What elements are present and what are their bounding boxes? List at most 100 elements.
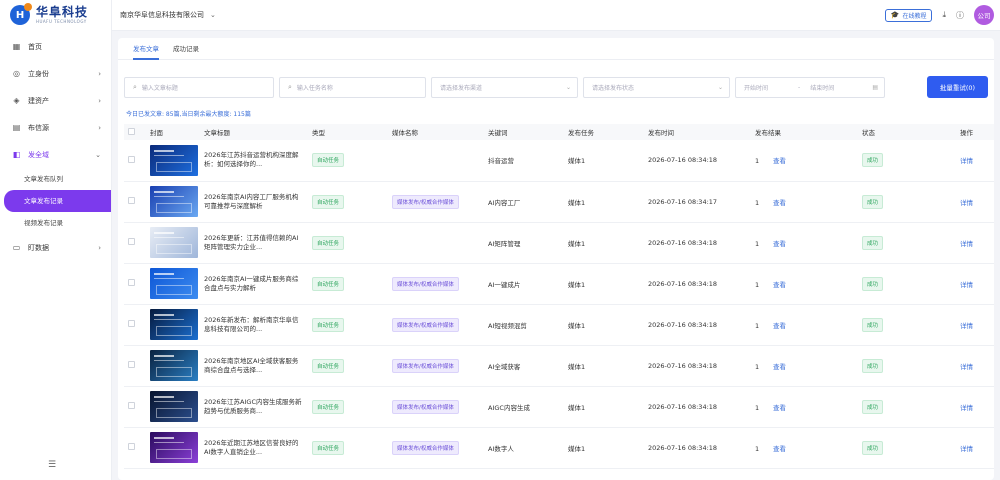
- row-checkbox[interactable]: [128, 197, 135, 204]
- sidebar-subitem-1[interactable]: 文章发布记录: [4, 190, 111, 212]
- view-result-link[interactable]: 查看: [773, 322, 786, 330]
- article-title: 2026年更新：江苏值得信赖的AI矩阵管理实力企业...: [204, 233, 299, 251]
- tab-success-records[interactable]: 成功记录: [166, 38, 206, 59]
- sidebar-item-4[interactable]: ◧ 发全域 ⌄: [0, 141, 111, 168]
- identity-icon: ◎: [13, 69, 20, 78]
- result-count: 1: [755, 157, 760, 166]
- detail-link[interactable]: 详情: [960, 404, 973, 412]
- detail-link[interactable]: 详情: [960, 363, 973, 371]
- batch-retry-button[interactable]: 批量重试(0): [927, 76, 988, 98]
- asset-icon: ◈: [13, 96, 20, 105]
- row-checkbox[interactable]: [128, 361, 135, 368]
- cover-thumbnail[interactable]: [150, 391, 198, 422]
- start-date-placeholder: 开始时间: [744, 85, 769, 92]
- sidebar-item-5[interactable]: ▭ 盯数据 ›: [0, 234, 111, 261]
- col-task: 发布任务: [568, 129, 594, 137]
- download-icon[interactable]: ⤓: [942, 10, 946, 20]
- publish-time: 2026-07-16 08:34:18: [648, 279, 718, 288]
- col-type: 类型: [312, 129, 325, 137]
- type-badge: 自动任务: [312, 358, 345, 373]
- col-cover: 封面: [150, 129, 163, 137]
- sidebar-item-3[interactable]: ▤ 布信源 ›: [0, 114, 111, 141]
- sidebar-subitem-0[interactable]: 文章发布队列: [0, 168, 111, 190]
- help-icon[interactable]: ⓘ: [956, 10, 964, 21]
- tab-publish-articles[interactable]: 发布文章: [126, 38, 166, 60]
- tab-bar: 发布文章 成功记录: [118, 38, 994, 60]
- publish-task: 媒体1: [568, 403, 586, 412]
- view-result-link[interactable]: 查看: [773, 240, 786, 248]
- row-checkbox[interactable]: [128, 238, 135, 245]
- cover-thumbnail[interactable]: [150, 309, 198, 340]
- task-name-input[interactable]: ⌕ 输入任务名称: [279, 77, 426, 98]
- cover-thumbnail[interactable]: [150, 227, 198, 258]
- detail-link[interactable]: 详情: [960, 240, 973, 248]
- filter-bar: ⌕ 输入文章标题 ⌕ 输入任务名称 请选择发布渠道 ⌄ 请选择发布状态 ⌄ 开始…: [124, 76, 988, 98]
- row-checkbox[interactable]: [128, 155, 135, 163]
- date-range-picker[interactable]: 开始时间 - 结束时间 ▤: [735, 77, 885, 98]
- logo[interactable]: H 华阜科技 HUAFU TECHNOLOGY: [0, 0, 111, 30]
- avatar[interactable]: 公司: [974, 5, 994, 25]
- detail-link[interactable]: 详情: [960, 322, 973, 330]
- view-result-link[interactable]: 查看: [773, 445, 786, 453]
- row-checkbox[interactable]: [128, 402, 135, 409]
- chevron-right-icon: ›: [98, 69, 101, 78]
- cover-thumbnail[interactable]: [150, 144, 198, 176]
- row-checkbox[interactable]: [128, 320, 135, 327]
- detail-link[interactable]: 详情: [960, 281, 973, 289]
- detail-link[interactable]: 详情: [960, 445, 973, 453]
- view-result-link[interactable]: 查看: [773, 199, 786, 207]
- sidebar-item-0[interactable]: ▦ 首页: [0, 33, 111, 60]
- company-selector[interactable]: 南京华阜信息科技有限公司 ⌄: [120, 10, 216, 20]
- result-count: 1: [755, 280, 760, 289]
- detail-link[interactable]: 详情: [960, 157, 973, 165]
- publish-time: 2026-07-16 08:34:18: [648, 238, 718, 247]
- select-all-checkbox[interactable]: [124, 124, 146, 140]
- publish-task: 媒体1: [568, 321, 586, 330]
- row-checkbox[interactable]: [128, 279, 135, 286]
- cover-thumbnail[interactable]: [150, 350, 198, 381]
- row-checkbox[interactable]: [128, 443, 135, 450]
- table-row: 2026年江苏AIGC内容生成服务新趋势与优质服务商... 自动任务 媒体发布/…: [124, 386, 994, 427]
- status-badge: 成功: [862, 358, 884, 373]
- type-badge: 自动任务: [312, 194, 345, 209]
- col-result: 发布结果: [755, 129, 781, 137]
- status-badge: 成功: [862, 399, 884, 414]
- end-date-placeholder: 结束时间: [810, 85, 835, 92]
- online-tutorial-button[interactable]: 🎓 在线教程: [884, 8, 933, 22]
- chevron-down-icon: ⌄: [565, 84, 571, 91]
- status-badge: 成功: [862, 317, 884, 332]
- sidebar-subitem-2[interactable]: 视频发布记录: [0, 212, 111, 234]
- view-result-link[interactable]: 查看: [773, 157, 786, 165]
- source-icon: ▤: [12, 123, 21, 132]
- publish-task: 媒体1: [568, 198, 586, 207]
- task-name-placeholder: 输入任务名称: [296, 85, 333, 92]
- cover-thumbnail[interactable]: [150, 432, 198, 463]
- view-result-link[interactable]: 查看: [773, 363, 786, 371]
- col-time: 发布时间: [648, 129, 674, 137]
- channel-select[interactable]: 请选择发布渠道 ⌄: [431, 77, 578, 98]
- article-title: 2026年南京AI一键成片服务商综合盘点与实力解析: [204, 274, 299, 292]
- table-row: 2026年南京AI一键成片服务商综合盘点与实力解析 自动任务 媒体发布/权威合作…: [124, 263, 994, 304]
- status-placeholder: 请选择发布状态: [592, 85, 635, 92]
- sidebar-item-2[interactable]: ◈ 建资产 ›: [0, 87, 111, 114]
- view-result-link[interactable]: 查看: [773, 404, 786, 412]
- status-badge: 成功: [862, 235, 884, 250]
- result-count: 1: [755, 403, 760, 412]
- calendar-icon: ▤: [872, 84, 878, 91]
- article-title: 2026年南京地区AI全域获客服务商综合盘点与选择...: [204, 356, 299, 374]
- grid-icon: ▦: [12, 42, 21, 51]
- cover-thumbnail[interactable]: [150, 268, 198, 299]
- tutorial-label: 在线教程: [902, 12, 927, 20]
- view-result-link[interactable]: 查看: [773, 281, 786, 289]
- col-keyword: 关键词: [488, 129, 508, 137]
- detail-link[interactable]: 详情: [960, 199, 973, 207]
- cover-thumbnail[interactable]: [150, 186, 198, 217]
- search-icon: ⌕: [288, 83, 292, 91]
- chevron-down-icon: ⌄: [95, 150, 101, 159]
- status-select[interactable]: 请选择发布状态 ⌄: [583, 77, 730, 98]
- sidebar-item-1[interactable]: ◎ 立身份 ›: [0, 60, 111, 87]
- collapse-menu-icon[interactable]: ☰: [48, 460, 56, 470]
- table-header-row: 封面 文章标题 类型 媒体名称 关键词 发布任务 发布时间 发布结果 状态 操作: [124, 124, 994, 140]
- search-icon: ⌕: [133, 83, 137, 91]
- article-title-input[interactable]: ⌕ 输入文章标题: [124, 77, 274, 98]
